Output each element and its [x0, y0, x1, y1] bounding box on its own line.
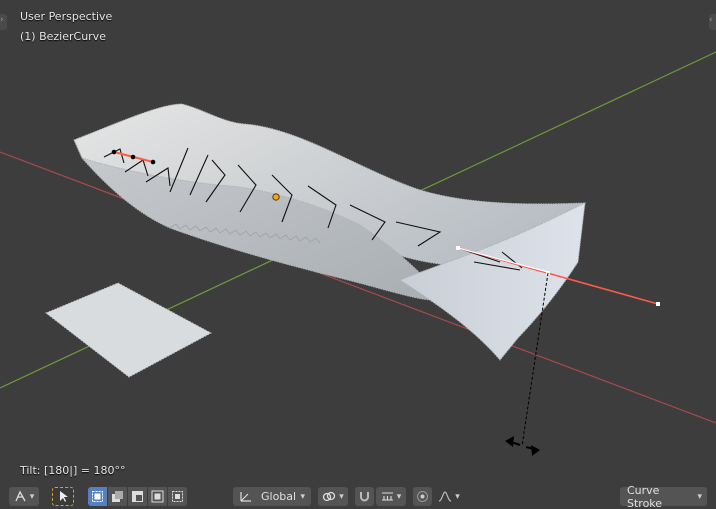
chevron-right-icon: ›	[0, 15, 4, 25]
transform-orientation-icon	[240, 492, 251, 502]
snap-target-dropdown[interactable]: ▾	[376, 487, 406, 506]
control-point[interactable]	[150, 159, 156, 165]
mode-dropdown[interactable]: Curve Stroke ▾	[620, 483, 707, 509]
control-point[interactable]	[130, 154, 136, 160]
rotate-cursor-icon	[505, 436, 540, 456]
falloff-curve-icon	[439, 491, 452, 502]
select-box-intersect-icon	[172, 491, 183, 502]
proportional-edit-button[interactable]	[413, 487, 432, 506]
select-box-invert-icon	[151, 490, 164, 503]
pivot-link-icon	[323, 491, 336, 502]
select-box-extend-button[interactable]	[108, 487, 127, 506]
select-tool-icon	[59, 491, 68, 502]
snap-increment-icon	[381, 492, 393, 501]
chevron-down-icon: ▾	[396, 491, 402, 502]
plane-mesh[interactable]	[45, 282, 213, 378]
mode-label: Curve Stroke	[627, 483, 663, 509]
viewport-toolbar: ▾ Global ▾ ▾ ▾ ▾ Curve Stroke ▾	[0, 484, 716, 509]
chevron-left-icon: ‹	[709, 15, 713, 25]
scene-canvas[interactable]	[0, 0, 716, 509]
select-box-new-button[interactable]	[88, 487, 107, 506]
selected-control-point[interactable]	[656, 302, 660, 306]
select-box-new-icon	[92, 491, 103, 502]
3d-viewport[interactable]: › ‹ User Perspective (1) BezierCurve Til…	[0, 0, 716, 509]
pivot-point-dropdown[interactable]: ▾	[318, 487, 348, 506]
select-tool-button[interactable]	[52, 487, 74, 506]
snap-menu-button[interactable]: ▾	[9, 487, 39, 506]
snap-toggle-button[interactable]	[355, 487, 374, 506]
object-origin	[272, 193, 280, 201]
falloff-dropdown[interactable]: ▾	[434, 487, 464, 506]
select-box-subtract-button[interactable]	[128, 487, 147, 506]
chevron-down-icon: ▾	[29, 491, 35, 502]
transform-status-text: Tilt: [180|] = 180°°	[20, 464, 126, 477]
toolbar-toggle-tab[interactable]: ›	[0, 14, 7, 30]
select-box-subtract-icon	[132, 491, 143, 502]
chevron-down-icon: ▾	[455, 491, 460, 502]
sidebar-toggle-tab[interactable]: ‹	[709, 14, 716, 30]
chevron-down-icon: ▾	[339, 491, 344, 502]
select-box-intersect-button[interactable]	[168, 487, 187, 506]
control-point[interactable]	[111, 149, 117, 155]
snap-menu-icon	[15, 490, 26, 502]
chevron-down-icon: ▾	[697, 491, 702, 502]
proportional-edit-icon	[417, 491, 428, 502]
view-perspective-label: User Perspective	[20, 10, 113, 23]
chevron-down-icon: ▾	[300, 491, 305, 502]
selected-control-point[interactable]	[456, 246, 460, 250]
select-box-invert-button[interactable]	[148, 487, 167, 506]
snap-magnet-icon	[360, 492, 369, 502]
transform-orientation-dropdown[interactable]: Global ▾	[233, 487, 311, 506]
active-object-label: (1) BezierCurve	[20, 30, 106, 43]
orientation-label: Global	[261, 490, 297, 503]
select-box-extend-icon	[112, 491, 123, 502]
